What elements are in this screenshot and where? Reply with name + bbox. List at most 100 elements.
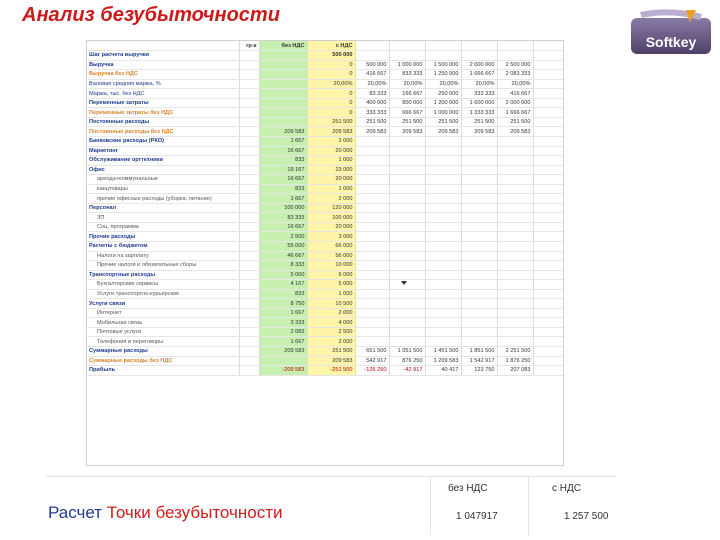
cell[interactable] (355, 260, 390, 271)
cell[interactable] (239, 107, 260, 118)
cell[interactable] (239, 69, 260, 80)
cell[interactable] (461, 212, 498, 223)
cell[interactable] (497, 336, 534, 347)
cell[interactable] (497, 193, 534, 204)
row-label[interactable]: Суммарные расходы без НДС (87, 356, 240, 367)
cell[interactable] (389, 136, 426, 147)
cell[interactable] (533, 346, 563, 357)
cell[interactable]: 542 917 (355, 356, 390, 367)
cell-bez-nds[interactable] (259, 69, 308, 80)
cell[interactable] (533, 193, 563, 204)
cell[interactable] (533, 298, 563, 309)
cell[interactable] (533, 69, 563, 80)
cell[interactable] (239, 270, 260, 281)
header-cell[interactable] (425, 41, 462, 52)
cell[interactable] (425, 317, 462, 328)
row-label[interactable]: Маркетинг (87, 146, 240, 157)
row-label[interactable]: канцтовары (87, 184, 240, 195)
row-label[interactable]: Мобильная связь (87, 317, 240, 328)
cell[interactable]: 2 000 000 (497, 98, 534, 109)
cell[interactable] (389, 184, 426, 195)
header-cell-bez-nds[interactable]: без НДС (259, 41, 308, 52)
cell-s-nds[interactable]: 4 000 (307, 317, 356, 328)
cell[interactable] (239, 184, 260, 195)
cell[interactable] (239, 260, 260, 271)
row-label[interactable]: Прочие расходы (87, 231, 240, 242)
cell[interactable] (355, 327, 390, 338)
cell[interactable] (461, 174, 498, 185)
row-label[interactable]: Выручка (87, 60, 240, 71)
cell[interactable] (425, 193, 462, 204)
cell[interactable] (533, 308, 563, 319)
cell-bez-nds[interactable]: 1 667 (259, 336, 308, 347)
cell[interactable] (355, 251, 390, 262)
cell[interactable]: -126 250 (355, 365, 390, 376)
cell[interactable] (389, 336, 426, 347)
cell[interactable] (355, 241, 390, 252)
cell[interactable] (355, 231, 390, 242)
cell[interactable] (533, 270, 563, 281)
cell[interactable]: 1 051 500 (389, 346, 426, 357)
cell[interactable] (425, 270, 462, 281)
cell[interactable]: 251 500 (425, 117, 462, 128)
cell[interactable]: 1 200 000 (425, 98, 462, 109)
cell-s-nds[interactable]: 20 000 (307, 174, 356, 185)
row-label[interactable]: Интернет (87, 308, 240, 319)
cell[interactable] (355, 50, 390, 61)
cell[interactable] (355, 146, 390, 157)
cell[interactable] (239, 79, 260, 90)
header-cell-s-nds[interactable]: с НДС (307, 41, 356, 52)
cell[interactable] (461, 289, 498, 300)
cell-s-nds[interactable]: 20 000 (307, 222, 356, 233)
cell[interactable] (239, 298, 260, 309)
cell-s-nds[interactable]: 251 500 (307, 346, 356, 357)
cell[interactable]: 2 500 000 (497, 60, 534, 71)
cell-s-nds[interactable]: 100 000 (307, 212, 356, 223)
cell[interactable] (533, 251, 563, 262)
cell-s-nds[interactable]: 251 500 (307, 117, 356, 128)
cell[interactable] (461, 260, 498, 271)
cell[interactable] (389, 327, 426, 338)
cell[interactable] (239, 174, 260, 185)
cell-bez-nds[interactable]: 833 (259, 289, 308, 300)
cell-s-nds[interactable]: 0 (307, 98, 356, 109)
cell[interactable] (461, 308, 498, 319)
cell[interactable]: 651 500 (355, 346, 390, 357)
cell[interactable] (239, 365, 260, 376)
cell[interactable] (497, 184, 534, 195)
cell[interactable] (533, 279, 563, 290)
cell[interactable] (389, 203, 426, 214)
cell-bez-nds[interactable]: 16 667 (259, 146, 308, 157)
cell[interactable] (497, 289, 534, 300)
cell[interactable]: 416 667 (497, 88, 534, 99)
cell[interactable] (389, 241, 426, 252)
cell[interactable] (461, 298, 498, 309)
cell[interactable] (239, 289, 260, 300)
cell[interactable] (497, 270, 534, 281)
cell[interactable]: 1 250 000 (425, 69, 462, 80)
cell-s-nds[interactable]: 0 (307, 60, 356, 71)
cell-bez-nds[interactable]: 1 667 (259, 136, 308, 147)
cell[interactable]: 500 000 (355, 60, 390, 71)
cell[interactable] (461, 136, 498, 147)
cell[interactable] (355, 193, 390, 204)
cell[interactable]: 209 583 (425, 126, 462, 137)
cell[interactable] (425, 155, 462, 166)
cell[interactable] (425, 174, 462, 185)
cell[interactable] (239, 146, 260, 157)
cell[interactable]: 1 851 500 (461, 346, 498, 357)
cell-bez-nds[interactable]: 1 667 (259, 193, 308, 204)
cell-bez-nds[interactable] (259, 356, 308, 367)
cell[interactable] (533, 126, 563, 137)
cell[interactable] (461, 203, 498, 214)
cell[interactable] (533, 241, 563, 252)
cell[interactable] (461, 184, 498, 195)
cell[interactable] (497, 327, 534, 338)
cell[interactable] (425, 165, 462, 176)
cell[interactable] (389, 251, 426, 262)
row-label[interactable]: Постоянные расходы (87, 117, 240, 128)
cell[interactable]: 20,00% (461, 79, 498, 90)
spreadsheet[interactable]: гр-к без НДС с НДС Шаг расчета выручки 500 0… (86, 40, 564, 466)
cell[interactable] (533, 146, 563, 157)
cell[interactable]: -42 917 (389, 365, 426, 376)
